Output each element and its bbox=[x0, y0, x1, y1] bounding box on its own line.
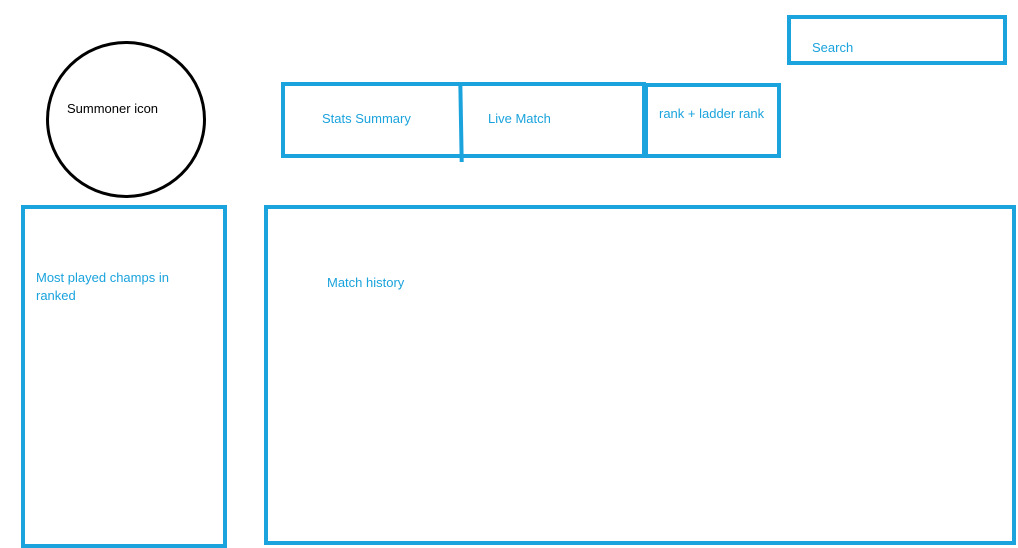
tab-stats-summary-label: Stats Summary bbox=[322, 111, 411, 126]
match-history-panel: Match history bbox=[264, 205, 1016, 545]
tab-stats-summary[interactable]: Stats Summary bbox=[285, 86, 461, 154]
most-played-panel: Most played champs in ranked bbox=[21, 205, 227, 548]
search-box[interactable]: Search bbox=[787, 15, 1007, 65]
most-played-label: Most played champs in ranked bbox=[36, 270, 169, 303]
rank-label: rank + ladder rank bbox=[659, 106, 765, 121]
search-label: Search bbox=[812, 40, 854, 55]
summoner-avatar: Summoner icon bbox=[46, 41, 206, 198]
tab-live-match-label: Live Match bbox=[488, 111, 551, 126]
rank-box: rank + ladder rank bbox=[644, 83, 781, 158]
avatar-label: Summoner icon bbox=[67, 101, 159, 116]
tab-bar: Stats Summary Live Match bbox=[281, 82, 646, 162]
tab-live-match[interactable]: Live Match bbox=[463, 86, 642, 154]
match-history-label: Match history bbox=[327, 275, 405, 290]
